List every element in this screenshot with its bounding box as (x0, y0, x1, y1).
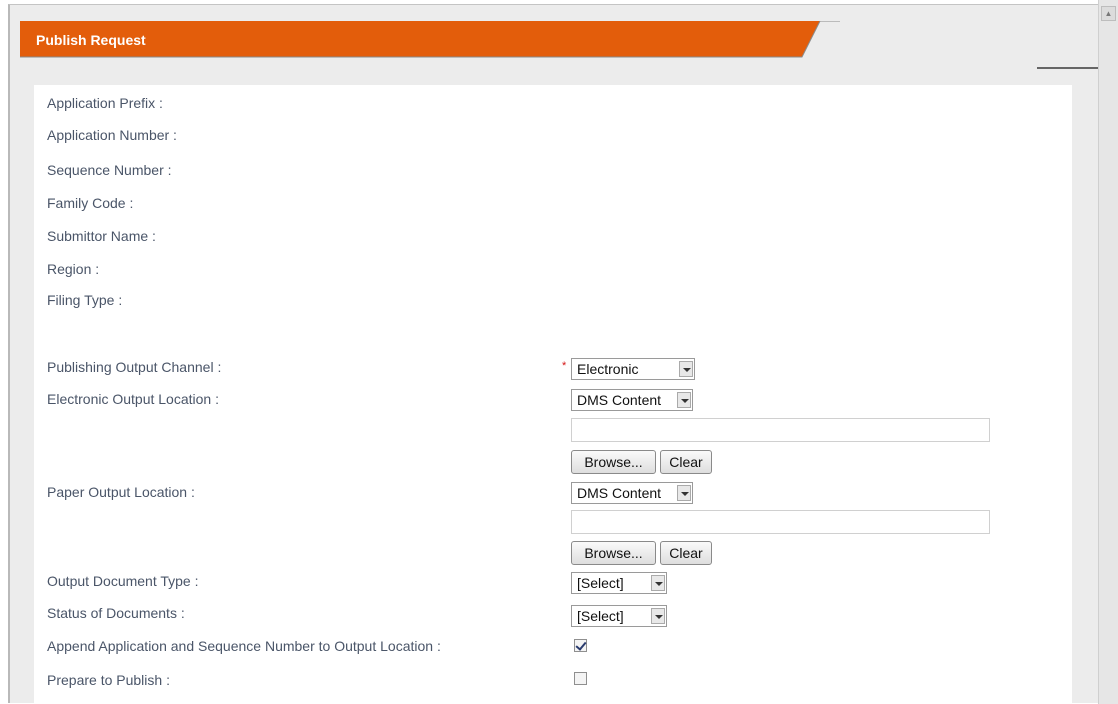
output-document-type-select[interactable]: [Select] (571, 572, 667, 594)
title-tab: Publish Request (20, 21, 840, 59)
submittor-name-label: Submittor Name : (47, 228, 156, 244)
region-label: Region : (47, 261, 100, 277)
status-of-documents-value: [Select] (577, 608, 624, 624)
prepare-to-publish-checkbox[interactable] (574, 672, 587, 685)
electronic-output-path-input[interactable] (571, 418, 990, 442)
chevron-down-icon (651, 575, 665, 591)
output-document-type-label: Output Document Type : (47, 573, 199, 589)
publishing-output-channel-select[interactable]: Electronic (571, 358, 695, 380)
paper-output-location-select[interactable]: DMS Content (571, 482, 693, 504)
family-code-label: Family Code : (47, 195, 134, 211)
chevron-down-icon (677, 392, 691, 408)
electronic-output-location-label: Electronic Output Location : (47, 391, 219, 407)
status-of-documents-select[interactable]: [Select] (571, 605, 667, 627)
application-prefix-label: Application Prefix : (47, 95, 163, 111)
electronic-output-location-select[interactable]: DMS Content (571, 389, 693, 411)
prepare-to-publish-label: Prepare to Publish : (47, 672, 170, 688)
required-marker: * (562, 360, 567, 372)
application-number-label: Application Number : (47, 127, 177, 143)
publishing-output-channel-label: Publishing Output Channel : (47, 359, 222, 375)
vertical-scrollbar[interactable]: ▲ (1098, 0, 1118, 704)
electronic-browse-button[interactable]: Browse... (571, 450, 656, 474)
append-app-seq-checkbox[interactable] (574, 639, 587, 652)
electronic-clear-button[interactable]: Clear (660, 450, 712, 474)
paper-browse-button[interactable]: Browse... (571, 541, 656, 565)
page-title: Publish Request (36, 32, 146, 48)
sequence-number-label: Sequence Number : (47, 162, 172, 178)
paper-output-location-label: Paper Output Location : (47, 484, 195, 500)
header-divider (1037, 67, 1098, 69)
publishing-output-channel-value: Electronic (577, 361, 639, 377)
scroll-up-arrow-icon[interactable]: ▲ (1101, 6, 1116, 21)
filing-type-label: Filing Type : (47, 292, 123, 308)
electronic-output-location-value: DMS Content (577, 392, 662, 408)
paper-clear-button[interactable]: Clear (660, 541, 712, 565)
chevron-down-icon (677, 485, 691, 501)
append-app-seq-label: Append Application and Sequence Number t… (47, 638, 441, 654)
output-document-type-value: [Select] (577, 575, 624, 591)
status-of-documents-label: Status of Documents : (47, 605, 185, 621)
chevron-down-icon (679, 361, 693, 377)
chevron-down-icon (651, 608, 665, 624)
paper-output-location-value: DMS Content (577, 485, 662, 501)
paper-output-path-input[interactable] (571, 510, 990, 534)
